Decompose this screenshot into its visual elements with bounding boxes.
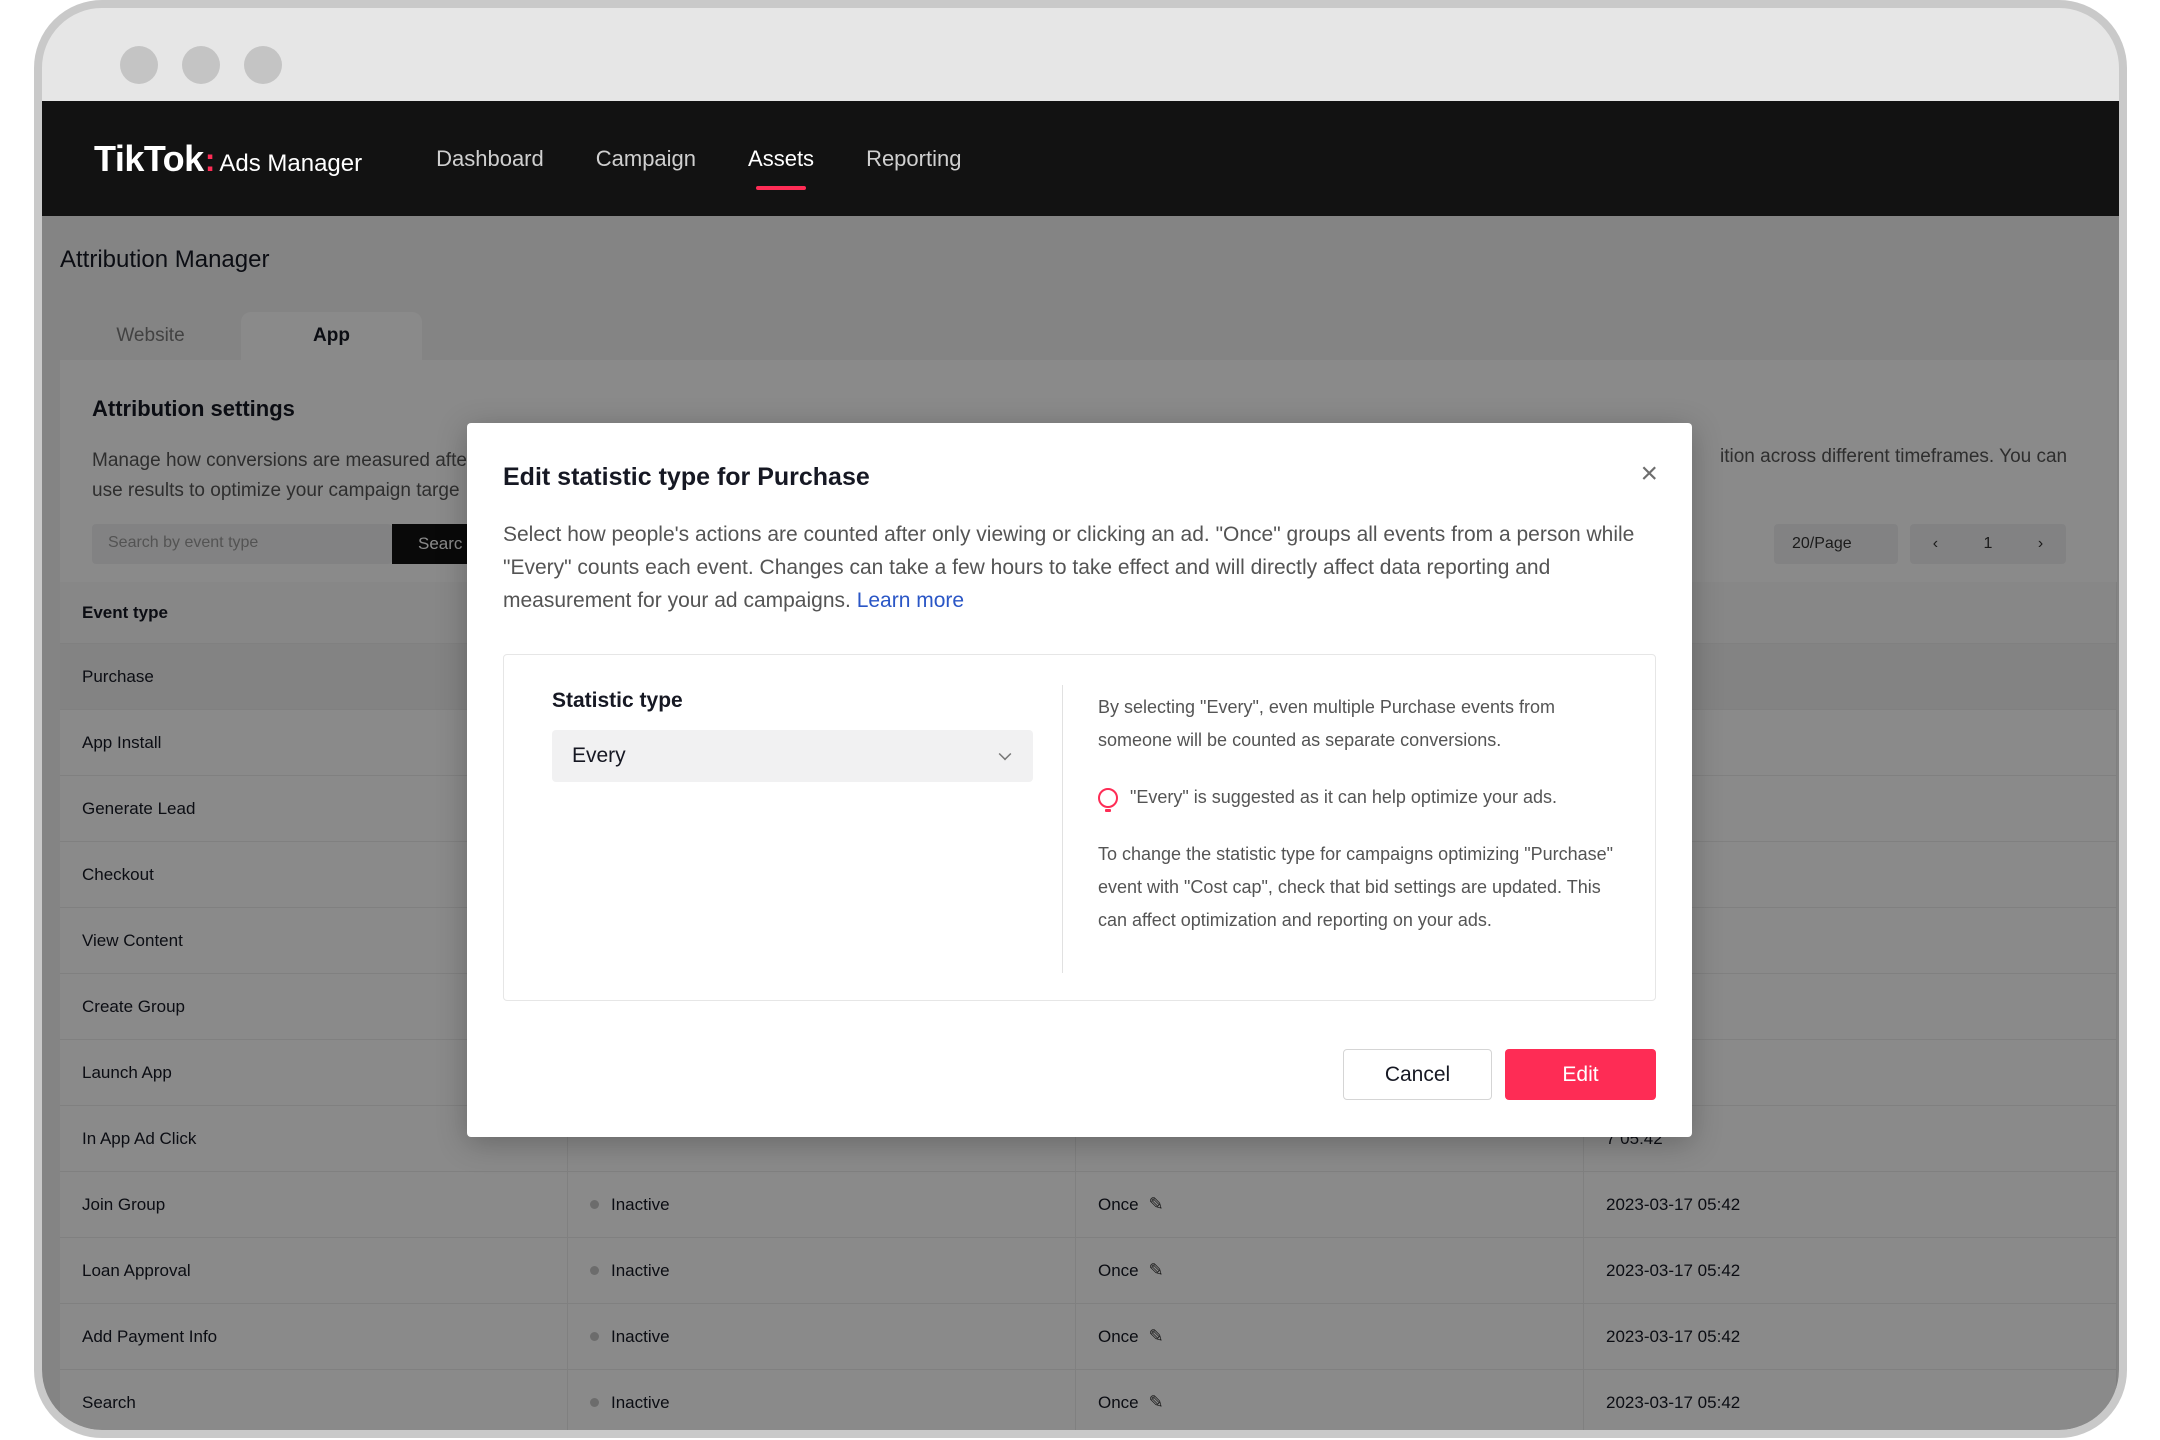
window-minimize-dot[interactable] bbox=[182, 46, 220, 84]
learn-more-link[interactable]: Learn more bbox=[857, 589, 964, 612]
help-text-every: By selecting "Every", even multiple Purc… bbox=[1098, 697, 1555, 750]
window-close-dot[interactable] bbox=[120, 46, 158, 84]
main-nav: Dashboard Campaign Assets Reporting bbox=[436, 101, 961, 216]
brand-logo-mark: : bbox=[204, 141, 216, 178]
edit-statistic-modal: Edit statistic type for Purchase × Selec… bbox=[467, 423, 1692, 1137]
nav-assets[interactable]: Assets bbox=[748, 138, 814, 190]
panel-divider bbox=[1062, 685, 1063, 973]
statistic-type-select[interactable]: Every bbox=[552, 730, 1033, 782]
suggestion-text: "Every" is suggested as it can help opti… bbox=[1130, 787, 1557, 807]
modal-description: Select how people's actions are counted … bbox=[503, 518, 1663, 617]
modal-description-text: Select how people's actions are counted … bbox=[503, 523, 1635, 612]
help-text-cost-cap: To change the statistic type for campaig… bbox=[1098, 844, 1614, 930]
top-navigation-bar: TikTok : Ads Manager Dashboard Campaign … bbox=[42, 101, 2119, 216]
close-icon[interactable]: × bbox=[1640, 459, 1658, 489]
window-maximize-dot[interactable] bbox=[244, 46, 282, 84]
chevron-down-icon bbox=[998, 747, 1012, 761]
tiktok-ads-manager-logo[interactable]: TikTok : Ads Manager bbox=[94, 138, 362, 180]
brand-product-name: Ads Manager bbox=[219, 149, 363, 177]
nav-reporting[interactable]: Reporting bbox=[866, 138, 961, 180]
window-controls bbox=[120, 46, 282, 84]
suggestion-tip: "Every" is suggested as it can help opti… bbox=[1098, 781, 1618, 814]
cancel-button[interactable]: Cancel bbox=[1343, 1049, 1492, 1100]
brand-logo-text: TikTok bbox=[94, 137, 204, 179]
lightbulb-icon bbox=[1098, 787, 1118, 812]
edit-button[interactable]: Edit bbox=[1505, 1049, 1656, 1100]
nav-campaign[interactable]: Campaign bbox=[596, 138, 696, 180]
nav-dashboard[interactable]: Dashboard bbox=[436, 138, 544, 180]
statistic-type-panel: Statistic type Every By selecting "Every… bbox=[503, 654, 1656, 1001]
statistic-type-label: Statistic type bbox=[552, 689, 683, 712]
statistic-type-value: Every bbox=[572, 744, 626, 767]
statistic-help: By selecting "Every", even multiple Purc… bbox=[1098, 691, 1618, 961]
modal-title: Edit statistic type for Purchase bbox=[503, 463, 870, 491]
